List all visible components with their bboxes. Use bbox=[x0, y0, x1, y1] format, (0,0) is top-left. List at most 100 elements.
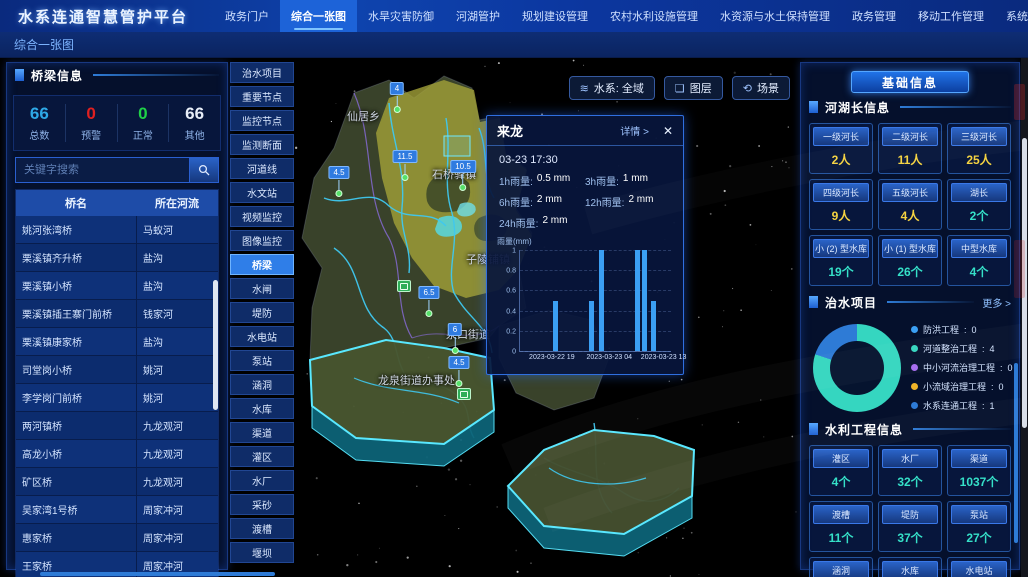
layer-item-1[interactable]: 重要节点 bbox=[230, 86, 294, 107]
bridge-table-body: 姚河张湾桥马蚁河栗溪镇齐升桥盐沟栗溪镇小桥盐沟栗溪镇插王寨门前桥钱家河栗溪镇康家… bbox=[16, 216, 218, 577]
nav-tab-3[interactable]: 河湖管护 bbox=[445, 0, 511, 32]
bridge-name-cell: 吴家湾1号桥 bbox=[16, 496, 136, 523]
engineering-card[interactable]: 堤防37个 bbox=[878, 501, 942, 552]
layer-item-18[interactable]: 采砂 bbox=[230, 494, 294, 515]
table-row[interactable]: 司堂岗小桥姚河 bbox=[16, 356, 218, 384]
marker-value: 6 bbox=[448, 323, 462, 336]
engineering-card[interactable]: 渡槽11个 bbox=[809, 501, 873, 552]
layer-item-6[interactable]: 视频监控 bbox=[230, 206, 294, 227]
horizontal-scrollbar[interactable] bbox=[40, 572, 275, 576]
river-chief-card[interactable]: 四级河长9人 bbox=[809, 179, 873, 230]
nav-tab-2[interactable]: 水旱灾害防御 bbox=[357, 0, 445, 32]
base-info-button[interactable]: 基础信息 bbox=[851, 71, 969, 93]
river-chief-card[interactable]: 三级河长25人 bbox=[947, 123, 1011, 174]
search-input[interactable] bbox=[15, 157, 189, 183]
layer-item-11[interactable]: 水电站 bbox=[230, 326, 294, 347]
camera-icon[interactable] bbox=[457, 388, 471, 400]
chart-x-tick: 2023-03-22 19 bbox=[529, 354, 575, 361]
marker-stem bbox=[404, 164, 405, 174]
table-scrollbar[interactable] bbox=[213, 280, 218, 410]
layer-item-17[interactable]: 水厂 bbox=[230, 470, 294, 491]
engineering-card[interactable]: 水厂32个 bbox=[878, 445, 942, 496]
map-toolbar-button-0[interactable]: ≋水系: 全域 bbox=[569, 76, 655, 100]
nav-tab-7[interactable]: 政务管理 bbox=[841, 0, 907, 32]
table-row[interactable]: 栗溪镇小桥盐沟 bbox=[16, 272, 218, 300]
table-row[interactable]: 李学岗门前桥姚河 bbox=[16, 384, 218, 412]
panel-scrollbar[interactable] bbox=[1014, 363, 1018, 543]
table-row[interactable]: 栗溪镇康家桥盐沟 bbox=[16, 328, 218, 356]
layer-item-13[interactable]: 涵洞 bbox=[230, 374, 294, 395]
map-toolbar-label: 图层 bbox=[690, 80, 712, 96]
layer-item-7[interactable]: 图像监控 bbox=[230, 230, 294, 251]
layer-item-9[interactable]: 水闸 bbox=[230, 278, 294, 299]
water-level-marker[interactable]: 4.5 bbox=[328, 162, 349, 197]
water-level-marker[interactable]: 4.5 bbox=[448, 352, 469, 387]
layer-item-14[interactable]: 水库 bbox=[230, 398, 294, 419]
river-chief-card[interactable]: 湖长2个 bbox=[947, 179, 1011, 230]
engineering-card[interactable]: 灌区4个 bbox=[809, 445, 873, 496]
map-viewport[interactable]: 仙居乡石桥驿镇子陵铺镇泉口街道龙泉街道办事处 44.511.510.56.564… bbox=[294, 58, 800, 577]
engineering-card[interactable]: 水库66个 bbox=[878, 557, 942, 577]
search-button[interactable] bbox=[189, 157, 219, 183]
nav-tab-0[interactable]: 政务门户 bbox=[214, 0, 280, 32]
table-row[interactable]: 姚河张湾桥马蚁河 bbox=[16, 216, 218, 244]
layer-item-12[interactable]: 泵站 bbox=[230, 350, 294, 371]
river-name-cell: 马蚁河 bbox=[136, 216, 218, 243]
layer-item-0[interactable]: 治水项目 bbox=[230, 62, 294, 83]
layer-item-20[interactable]: 堰坝 bbox=[230, 542, 294, 563]
projects-donut-chart bbox=[813, 324, 901, 412]
river-chief-card[interactable]: 五级河长4人 bbox=[878, 179, 942, 230]
river-chief-card[interactable]: 二级河长11人 bbox=[878, 123, 942, 174]
table-row[interactable]: 吴家湾1号桥周家冲河 bbox=[16, 496, 218, 524]
layer-item-19[interactable]: 渡槽 bbox=[230, 518, 294, 539]
nav-tab-1[interactable]: 综合一张图 bbox=[280, 0, 357, 32]
engineering-card[interactable]: 涵洞47个 bbox=[809, 557, 873, 577]
nav-tab-6[interactable]: 水资源与水土保持管理 bbox=[709, 0, 841, 32]
layer-item-5[interactable]: 水文站 bbox=[230, 182, 294, 203]
map-toolbar-button-2[interactable]: ⟲场景 bbox=[732, 76, 790, 100]
layer-item-15[interactable]: 渠道 bbox=[230, 422, 294, 443]
nav-tab-9[interactable]: 系统管理 bbox=[995, 0, 1028, 32]
card-value: 4个 bbox=[951, 258, 1007, 282]
table-row[interactable]: 栗溪镇齐升桥盐沟 bbox=[16, 244, 218, 272]
table-row[interactable]: 两河镇桥九龙观河 bbox=[16, 412, 218, 440]
engineering-card[interactable]: 渠道1037个 bbox=[947, 445, 1011, 496]
nav-tab-5[interactable]: 农村水利设施管理 bbox=[599, 0, 709, 32]
river-chief-card[interactable]: 一级河长2人 bbox=[809, 123, 873, 174]
nav-tab-8[interactable]: 移动工作管理 bbox=[907, 0, 995, 32]
nav-tab-4[interactable]: 规划建设管理 bbox=[511, 0, 599, 32]
window-scrollbar-track[interactable] bbox=[1021, 58, 1028, 577]
table-row[interactable]: 惠家桥周家冲河 bbox=[16, 524, 218, 552]
map-toolbar-button-1[interactable]: ❏图层 bbox=[664, 76, 723, 100]
card-value: 2个 bbox=[951, 202, 1007, 226]
table-row[interactable]: 高龙小桥九龙观河 bbox=[16, 440, 218, 468]
rain-data-grid: 1h雨量:0.5 mm3h雨量:1 mm6h雨量:2 mm12h雨量:2 mm2… bbox=[499, 170, 671, 233]
engineering-card[interactable]: 水电站3个 bbox=[947, 557, 1011, 577]
chart-y-tick: 0 bbox=[512, 349, 516, 356]
layer-item-4[interactable]: 河道线 bbox=[230, 158, 294, 179]
card-label: 湖长 bbox=[951, 183, 1007, 202]
table-row[interactable]: 矿区桥九龙观河 bbox=[16, 468, 218, 496]
layer-item-16[interactable]: 灌区 bbox=[230, 446, 294, 467]
close-icon[interactable]: ✕ bbox=[663, 124, 673, 138]
rain-label: 6h雨量: bbox=[499, 194, 533, 209]
river-chief-card[interactable]: 小 (2) 型水库19个 bbox=[809, 235, 873, 286]
layer-item-3[interactable]: 监测断面 bbox=[230, 134, 294, 155]
river-chief-card[interactable]: 小 (1) 型水库26个 bbox=[878, 235, 942, 286]
engineering-card[interactable]: 泵站27个 bbox=[947, 501, 1011, 552]
breadcrumb[interactable]: 综合一张图 bbox=[14, 36, 74, 53]
water-level-marker[interactable]: 4 bbox=[390, 78, 404, 113]
layer-item-8[interactable]: 桥梁 bbox=[230, 254, 294, 275]
projects-more-link[interactable]: 更多 > bbox=[982, 295, 1011, 310]
popup-detail-link[interactable]: 详情 > bbox=[620, 123, 649, 138]
camera-icon[interactable] bbox=[397, 280, 411, 292]
layer-item-10[interactable]: 堤防 bbox=[230, 302, 294, 323]
table-row[interactable]: 栗溪镇插王寨门前桥钱家河 bbox=[16, 300, 218, 328]
layer-item-2[interactable]: 监控节点 bbox=[230, 110, 294, 131]
water-level-marker[interactable]: 6 bbox=[448, 319, 462, 354]
river-name-cell: 九龙观河 bbox=[136, 440, 218, 467]
water-level-marker[interactable]: 11.5 bbox=[393, 146, 418, 181]
water-level-marker[interactable]: 6.5 bbox=[418, 282, 439, 317]
water-level-marker[interactable]: 10.5 bbox=[450, 156, 476, 191]
river-chief-card[interactable]: 中型水库4个 bbox=[947, 235, 1011, 286]
